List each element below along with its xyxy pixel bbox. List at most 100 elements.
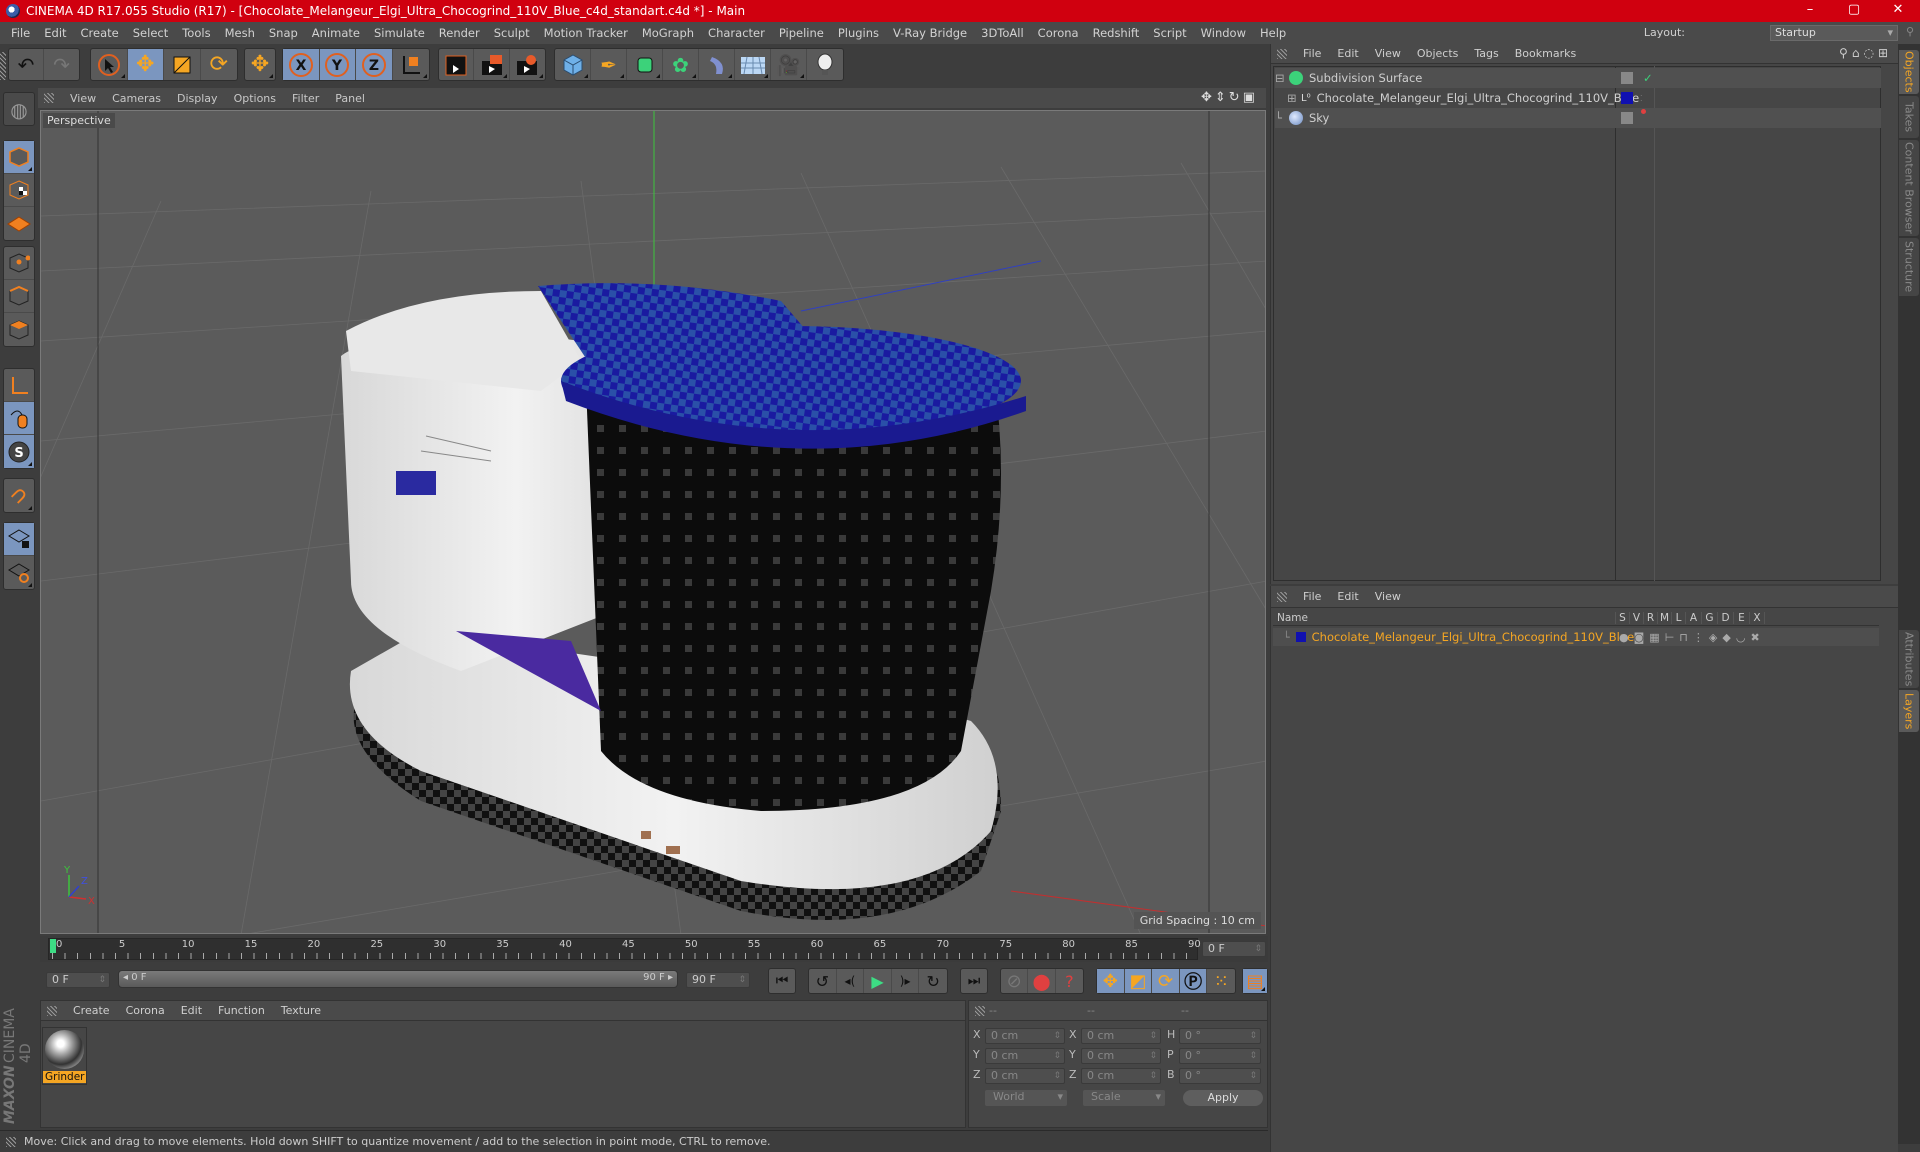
render-picture-viewer-icon[interactable] (474, 49, 510, 80)
om-menu-bookmarks[interactable]: Bookmarks (1507, 47, 1584, 60)
snap-settings-icon[interactable]: S (4, 435, 34, 468)
menu-animate[interactable]: Animate (305, 26, 367, 40)
col-locked[interactable]: L (1671, 611, 1685, 624)
panel-grip[interactable] (44, 93, 54, 103)
viewport-menu-filter[interactable]: Filter (284, 92, 327, 105)
menu-simulate[interactable]: Simulate (367, 26, 432, 40)
layout-select[interactable]: Startup (1770, 25, 1898, 41)
scale-key-icon[interactable]: ◩ (1124, 969, 1153, 993)
tab-structure[interactable]: Structure (1899, 238, 1919, 296)
previous-key-icon[interactable]: ↺ (809, 969, 837, 993)
magnet-icon[interactable]: ∪ (4, 479, 34, 512)
current-frame-field[interactable]: 0 F (1202, 941, 1266, 957)
menu-character[interactable]: Character (701, 26, 772, 40)
menu-window[interactable]: Window (1194, 26, 1253, 40)
menu-vray-bridge[interactable]: V-Ray Bridge (886, 26, 974, 40)
home-icon[interactable]: ⌂ (1852, 46, 1864, 60)
viewport-menu-panel[interactable]: Panel (327, 92, 373, 105)
melangeur-model[interactable] (341, 283, 1026, 920)
panel-grip[interactable] (6, 1136, 16, 1147)
menu-tools[interactable]: Tools (175, 26, 217, 40)
apply-button[interactable]: Apply (1183, 1090, 1263, 1106)
generators-icon[interactable]: ◈ (1709, 631, 1722, 644)
previous-frame-icon[interactable]: ◂( (837, 969, 865, 993)
tab-content-browser[interactable]: Content Browser (1899, 140, 1919, 236)
manager-icon[interactable]: ⊢ (1665, 631, 1680, 644)
live-move-icon[interactable]: ✥ (245, 49, 275, 80)
menu-select[interactable]: Select (126, 26, 175, 40)
layer-color-swatch[interactable] (1621, 92, 1633, 104)
light-icon[interactable] (807, 49, 843, 80)
go-to-start-icon[interactable]: ⏮ (769, 969, 795, 993)
deformers-icon[interactable]: ◆ (1722, 631, 1735, 644)
lm-menu-file[interactable]: File (1295, 590, 1329, 603)
render-settings-icon[interactable] (510, 49, 545, 80)
move-icon[interactable]: ✥ (127, 49, 164, 80)
x-axis-icon[interactable]: X (283, 49, 320, 80)
animation-icon[interactable]: ⋮ (1693, 631, 1709, 644)
object-row[interactable]: ⊟ Subdivision Surface ✓ (1275, 68, 1881, 88)
viewport-menu-display[interactable]: Display (169, 92, 226, 105)
eye-icon[interactable]: ◌ (1863, 46, 1877, 60)
workplane-rotate-icon[interactable] (4, 556, 34, 589)
object-mode-icon[interactable] (4, 141, 34, 174)
pla-key-icon[interactable]: ⁙ (1207, 969, 1235, 993)
axis-mode-icon[interactable] (4, 369, 34, 402)
polygons-mode-icon[interactable] (4, 313, 34, 346)
rotate-icon[interactable]: ⟳ (201, 49, 237, 80)
tab-objects[interactable]: Objects (1899, 50, 1919, 94)
om-menu-tags[interactable]: Tags (1466, 47, 1506, 60)
autokey-icon[interactable]: ⬤ (1028, 969, 1056, 993)
collapse-icon[interactable]: ⊟ (1275, 71, 1287, 85)
render-view-icon[interactable] (439, 49, 475, 80)
transform-type-select[interactable]: Scale ▾ (1083, 1090, 1165, 1106)
view-icon[interactable]: ◙ (1634, 631, 1650, 644)
menu-render[interactable]: Render (432, 26, 487, 40)
lm-menu-edit[interactable]: Edit (1329, 590, 1366, 603)
param-key-icon[interactable]: Ⓟ (1179, 969, 1208, 993)
dolly-icon[interactable]: ⇕ (1215, 90, 1229, 105)
mm-menu-texture[interactable]: Texture (273, 1004, 329, 1017)
panel-grip[interactable] (1277, 48, 1287, 59)
array-icon[interactable]: ✿ (663, 49, 699, 80)
menu-mesh[interactable]: Mesh (218, 26, 262, 40)
rot-b-field[interactable]: 0 ° (1179, 1068, 1261, 1084)
col-expressions[interactable]: E (1733, 611, 1749, 624)
move-key-icon[interactable]: ✥ (1097, 969, 1125, 993)
lock-icon[interactable]: ⊓ (1679, 631, 1693, 644)
om-menu-objects[interactable]: Objects (1409, 47, 1467, 60)
start-frame-field[interactable]: 0 F (46, 972, 110, 988)
scale-icon[interactable] (164, 49, 201, 80)
col-xref[interactable]: X (1749, 611, 1765, 624)
rotate-key-icon[interactable]: ⟳ (1152, 969, 1180, 993)
menu-corona[interactable]: Corona (1031, 26, 1086, 40)
menu-help[interactable]: Help (1253, 26, 1293, 40)
viewport-menu-view[interactable]: View (62, 92, 104, 105)
col-render[interactable]: R (1643, 611, 1657, 624)
undo-icon[interactable]: ↶ (9, 49, 45, 80)
menu-plugins[interactable]: Plugins (831, 26, 886, 40)
layer-name[interactable]: Chocolate_Melangeur_Elgi_Ultra_Chocogrin… (1312, 630, 1635, 644)
menu-mograph[interactable]: MoGraph (635, 26, 701, 40)
col-generators[interactable]: G (1701, 611, 1717, 624)
panel-grip[interactable] (1277, 591, 1287, 602)
maximize-view-icon[interactable]: ▣ (1243, 90, 1258, 105)
object-name[interactable]: Chocolate_Melangeur_Elgi_Ultra_Chocogrin… (1317, 91, 1640, 105)
expressions-icon[interactable]: ◡ (1736, 631, 1751, 644)
tab-takes[interactable]: Takes (1899, 96, 1919, 138)
close-button[interactable]: ✕ (1876, 0, 1920, 22)
keyframe-selection-icon[interactable]: ? (1056, 969, 1083, 993)
col-view[interactable]: V (1629, 611, 1643, 624)
lm-menu-view[interactable]: View (1367, 590, 1409, 603)
play-icon[interactable]: ▶ (864, 969, 892, 993)
panel-grip[interactable] (47, 1005, 57, 1016)
om-menu-file[interactable]: File (1295, 47, 1329, 60)
layer-row[interactable]: └ Chocolate_Melangeur_Elgi_Ultra_Chocogr… (1273, 628, 1879, 646)
rot-p-field[interactable]: 0 ° (1179, 1048, 1261, 1064)
panel-grip[interactable] (975, 1005, 985, 1016)
menu-3dtoall[interactable]: 3DToAll (974, 26, 1031, 40)
solo-icon[interactable]: ● (1619, 631, 1634, 644)
y-axis-icon[interactable]: Y (319, 49, 356, 80)
mm-menu-edit[interactable]: Edit (173, 1004, 210, 1017)
render-icon[interactable]: ▦ (1649, 631, 1664, 644)
